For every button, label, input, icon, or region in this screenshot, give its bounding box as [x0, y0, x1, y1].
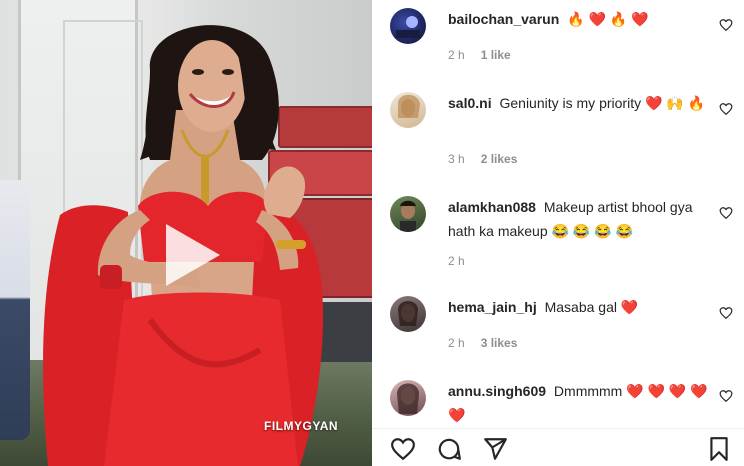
- comment-body: Geniunity is my priority ❤️ 🙌 🔥: [499, 95, 706, 111]
- comment-meta: 2 h: [448, 254, 481, 268]
- comment-likes[interactable]: 3 likes: [481, 336, 518, 350]
- avatar[interactable]: [390, 92, 426, 128]
- comment-body: Masaba gal ❤️: [544, 299, 639, 315]
- heart-icon[interactable]: [719, 206, 733, 220]
- heart-icon[interactable]: [719, 306, 733, 320]
- watermark: FILMYGYAN: [264, 419, 339, 433]
- comment-text: sal0.ni Geniunity is my priority ❤️ 🙌 🔥: [448, 91, 710, 115]
- comment-username[interactable]: alamkhan088: [448, 199, 536, 215]
- actions-divider: [372, 428, 744, 429]
- video-player[interactable]: FILMYGYAN: [0, 0, 372, 466]
- comment-meta: 2 h 1 like: [448, 48, 511, 62]
- comment-username[interactable]: sal0.ni: [448, 95, 492, 111]
- comment-likes[interactable]: 2 likes: [481, 152, 518, 166]
- comment-meta: 3 h 2 likes: [448, 152, 517, 166]
- heart-icon[interactable]: [390, 436, 416, 462]
- comment-username[interactable]: bailochan_varun: [448, 11, 559, 27]
- avatar[interactable]: [390, 296, 426, 332]
- comment-likes[interactable]: 1 like: [481, 48, 511, 62]
- heart-icon[interactable]: [719, 389, 733, 403]
- avatar[interactable]: [390, 196, 426, 232]
- comment-text: alamkhan088 Makeup artist bhool gya hath…: [448, 195, 710, 243]
- comment-text: annu.singh609 Dmmmmm ❤️ ❤️ ❤️ ❤️ ❤️: [448, 379, 710, 427]
- avatar[interactable]: [390, 380, 426, 416]
- comment-time: 2 h: [448, 336, 465, 350]
- comment-meta: 2 h 3 likes: [448, 336, 517, 350]
- comment-text: hema_jain_hj Masaba gal ❤️: [448, 295, 710, 319]
- comment-time: 2 h: [448, 254, 465, 268]
- comment-text: bailochan_varun 🔥 ❤️ 🔥 ❤️: [448, 7, 710, 31]
- action-bar: [372, 430, 744, 466]
- comment-time: 3 h: [448, 152, 465, 166]
- comment-body: 🔥 ❤️ 🔥 ❤️: [567, 11, 649, 27]
- heart-icon[interactable]: [719, 102, 733, 116]
- comment-username[interactable]: hema_jain_hj: [448, 299, 537, 315]
- bookmark-icon[interactable]: [706, 436, 732, 462]
- comments-panel: bailochan_varun 🔥 ❤️ 🔥 ❤️ 2 h 1 like sal…: [372, 0, 744, 466]
- heart-icon[interactable]: [719, 18, 733, 32]
- avatar[interactable]: [390, 8, 426, 44]
- play-icon: [166, 224, 220, 286]
- comment-time: 2 h: [448, 48, 465, 62]
- comment-username[interactable]: annu.singh609: [448, 383, 546, 399]
- play-button[interactable]: [148, 214, 230, 296]
- share-icon[interactable]: [482, 436, 508, 462]
- comment-icon[interactable]: [436, 436, 462, 462]
